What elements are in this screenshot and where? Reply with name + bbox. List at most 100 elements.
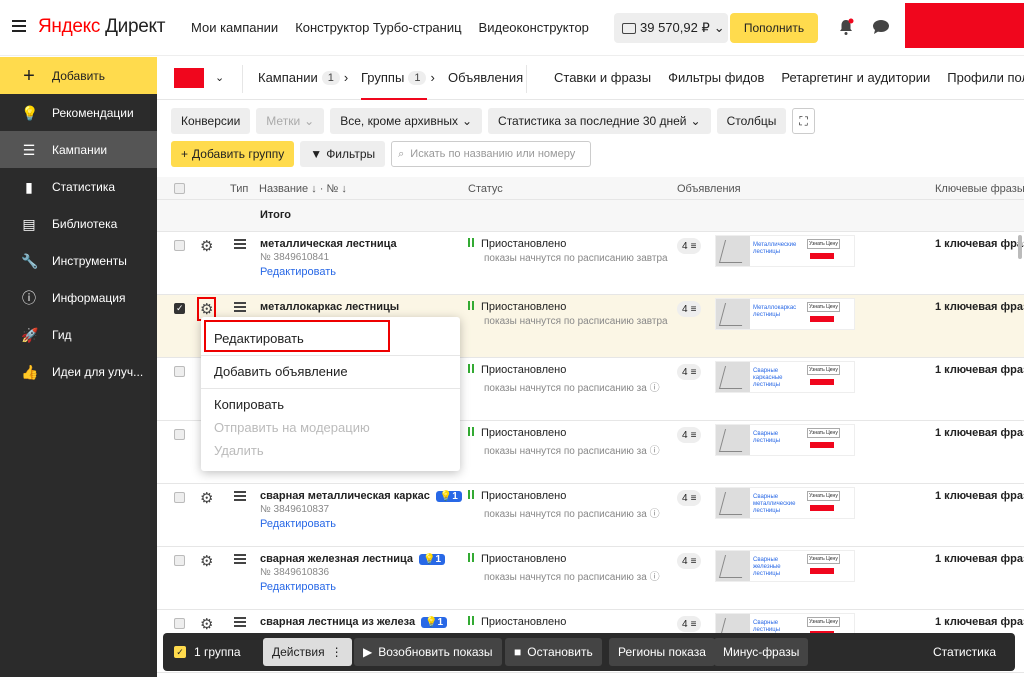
keywords-count[interactable]: 1 ключевая фраза <box>935 427 1024 439</box>
menu-item-add-ad[interactable]: Добавить объявление <box>214 364 348 379</box>
archive-filter-dropdown[interactable]: Все, кроме архивных ⌄ <box>330 108 483 134</box>
header-ads[interactable]: Объявления <box>677 183 741 195</box>
resume-button[interactable]: ▶ Возобновить показы <box>354 638 502 666</box>
ads-count[interactable]: 4 ≡ <box>677 364 702 380</box>
ads-count[interactable]: 4 ≡ <box>677 301 702 317</box>
columns-button[interactable]: Столбцы <box>716 108 787 134</box>
search-input[interactable]: ⌕ Искать по названию или номеру <box>391 141 592 167</box>
menu-item-copy[interactable]: Копировать <box>214 397 284 412</box>
keywords-count[interactable]: 1 ключевая фраза <box>935 490 1024 502</box>
bell-icon[interactable] <box>838 18 854 36</box>
ads-count[interactable]: 4 ≡ <box>677 238 702 254</box>
pause-icon <box>468 427 474 436</box>
labels-dropdown[interactable]: Метки ⌄ <box>256 108 325 134</box>
add-group-button[interactable]: + Добавить группу <box>171 141 295 167</box>
keywords-count[interactable]: 1 ключевая фраза <box>935 616 1024 628</box>
sidebar-item-campaigns[interactable]: ☰ Кампании <box>0 131 157 168</box>
chat-icon[interactable] <box>872 19 890 35</box>
ad-preview[interactable]: Металлокаркас лестницы Узнать Цену <box>715 298 855 330</box>
logo[interactable]: Яндекс Директ <box>38 16 165 38</box>
ad-image <box>716 488 750 518</box>
nav-my-campaigns[interactable]: Мои кампании <box>191 20 278 35</box>
group-name[interactable]: сварная металлическая каркас 💡1 <box>260 490 462 502</box>
nav-turbo-constructor[interactable]: Конструктор Турбо-страниц <box>295 20 461 35</box>
row-checkbox[interactable] <box>174 492 185 503</box>
ad-preview[interactable]: Сварные железные лестницы Узнать Цену <box>715 550 855 582</box>
crumb-groups[interactable]: Группы 1 › <box>361 70 435 100</box>
sidebar-item-recommendations[interactable]: 💡 Рекомендации <box>0 94 157 131</box>
sidebar-item-add[interactable]: + Добавить <box>0 57 157 94</box>
ad-preview[interactable]: Сварные лестницы Узнать Цену <box>715 424 855 456</box>
account-block[interactable] <box>905 3 1024 48</box>
edit-link[interactable]: Редактировать <box>260 266 336 278</box>
balance-dropdown[interactable]: 39 570,92 ₽ ⌄ <box>614 13 728 43</box>
row-checkbox[interactable] <box>174 303 185 314</box>
ad-preview[interactable]: Сварные каркасные лестницы Узнать Цену <box>715 361 855 393</box>
select-all-checkbox[interactable] <box>174 183 185 194</box>
filters-button[interactable]: ▼ Фильтры <box>300 141 386 167</box>
table-row[interactable]: ⚙ сварная железная лестница 💡1 № 38496108… <box>157 547 1024 610</box>
menu-icon[interactable] <box>12 20 26 32</box>
sidebar-item-statistics[interactable]: ▮ Статистика <box>0 168 157 205</box>
header-status[interactable]: Статус <box>468 183 503 195</box>
keywords-count[interactable]: 1 ключевая фраза <box>935 553 1024 565</box>
edit-link[interactable]: Редактировать <box>260 518 336 530</box>
keywords-count[interactable]: 1 ключевая фраза <box>935 301 1024 313</box>
table-row[interactable]: ⚙ металлическая лестница № 3849610841 Ре… <box>157 232 1024 295</box>
stats-period-dropdown[interactable]: Статистика за последние 30 дней ⌄ <box>488 108 711 134</box>
minus-phrases-button[interactable]: Минус-фразы <box>714 638 809 666</box>
edit-link[interactable]: Редактировать <box>260 581 336 593</box>
sidebar-item-info[interactable]: ⓘ Информация <box>0 279 157 316</box>
ads-count[interactable]: 4 ≡ <box>677 616 702 632</box>
fullscreen-icon[interactable]: ⛶ <box>792 108 815 134</box>
regions-button[interactable]: Регионы показа <box>609 638 715 666</box>
sidebar-item-library[interactable]: ▤ Библиотека <box>0 205 157 242</box>
header-name[interactable]: Название ↓ · № ↓ <box>259 183 347 195</box>
gear-icon[interactable]: ⚙ <box>200 489 213 507</box>
actions-button[interactable]: Действия ⋮ <box>263 638 352 666</box>
campaign-selector[interactable] <box>174 68 204 88</box>
statistics-link[interactable]: Статистика <box>933 645 996 659</box>
table-row[interactable]: ⚙ сварная металлическая каркас 💡1 № 38496… <box>157 484 1024 547</box>
keywords-count[interactable]: 1 ключевая фраза <box>935 238 1024 250</box>
tab-retargeting[interactable]: Ретаргетинг и аудитории <box>781 70 930 85</box>
topup-button[interactable]: Пополнить <box>730 13 818 43</box>
crumb-ads[interactable]: Объявления <box>448 70 523 85</box>
ad-preview[interactable]: Металлические лестницы Узнать Цену <box>715 235 855 267</box>
stop-button[interactable]: ■ Остановить <box>505 638 602 666</box>
group-name[interactable]: металлическая лестница <box>260 238 397 250</box>
group-name[interactable]: металлокаркас лестницы <box>260 301 399 313</box>
gear-icon[interactable]: ⚙ <box>200 552 213 570</box>
ads-count[interactable]: 4 ≡ <box>677 427 702 443</box>
row-checkbox[interactable] <box>174 618 185 629</box>
tab-profiles[interactable]: Профили пол <box>947 70 1024 85</box>
status-sub: показы начнутся по расписанию завтра <box>484 253 668 264</box>
gear-icon[interactable]: ⚙ <box>196 297 217 321</box>
row-checkbox[interactable] <box>174 555 185 566</box>
group-name[interactable]: сварная лестница из железа 💡1 <box>260 616 448 628</box>
chevron-down-icon[interactable]: ⌄ <box>215 71 224 84</box>
row-checkbox[interactable] <box>174 366 185 377</box>
tab-bids[interactable]: Ставки и фразы <box>554 70 651 85</box>
gear-icon[interactable]: ⚙ <box>200 237 213 255</box>
sidebar-item-tools[interactable]: 🔧 Инструменты <box>0 242 157 279</box>
row-checkbox[interactable] <box>174 429 185 440</box>
conversions-button[interactable]: Конверсии <box>171 108 251 134</box>
bulk-checkbox[interactable]: ✓ <box>174 646 186 658</box>
group-name[interactable]: сварная железная лестница 💡1 <box>260 553 446 565</box>
ad-preview[interactable]: Сварные металлические лестницы Узнать Цен… <box>715 487 855 519</box>
row-checkbox[interactable] <box>174 240 185 251</box>
sidebar-item-ideas[interactable]: 👍 Идеи для улуч... <box>0 353 157 390</box>
crumb-campaigns[interactable]: Кампании 1 › <box>258 70 348 85</box>
tab-feed-filters[interactable]: Фильтры фидов <box>668 70 764 85</box>
scrollbar[interactable] <box>1018 235 1022 259</box>
pause-icon <box>468 364 474 373</box>
header-keywords[interactable]: Ключевые фразы <box>935 183 1024 195</box>
ads-count[interactable]: 4 ≡ <box>677 490 702 506</box>
menu-item-edit[interactable]: Редактировать <box>214 331 304 346</box>
sidebar-item-guide[interactable]: 🚀 Гид <box>0 316 157 353</box>
nav-video-constructor[interactable]: Видеоконструктор <box>479 20 589 35</box>
ads-count[interactable]: 4 ≡ <box>677 553 702 569</box>
gear-icon[interactable]: ⚙ <box>200 615 213 633</box>
keywords-count[interactable]: 1 ключевая фраза <box>935 364 1024 376</box>
